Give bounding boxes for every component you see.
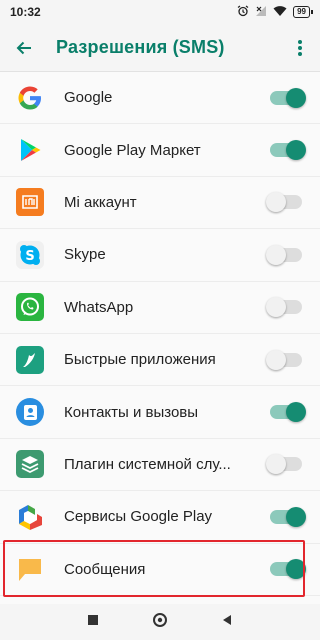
toggle-knob <box>286 87 306 108</box>
toggle-switch[interactable] <box>270 402 306 423</box>
circle-icon <box>152 612 167 627</box>
toggle-knob <box>286 402 306 423</box>
list-item[interactable]: Сервисы Google Play <box>0 491 320 544</box>
toggle-knob <box>286 140 306 161</box>
page-title: Разрешения (SMS) <box>56 37 225 57</box>
toggle-knob <box>286 506 306 527</box>
status-bar: 10:32 99 <box>0 0 320 24</box>
contacts-icon <box>14 396 46 428</box>
google-play-services-icon <box>14 501 46 533</box>
app-bar: Разрешения (SMS) <box>0 24 320 72</box>
toggle-switch[interactable] <box>270 559 306 580</box>
signal-cross-icon <box>255 5 267 20</box>
list-item[interactable]: Mi аккаунт <box>0 177 320 230</box>
arrow-back-icon <box>16 41 31 54</box>
toggle-knob <box>266 192 286 213</box>
skype-icon: S <box>14 239 46 271</box>
square-icon <box>87 615 98 625</box>
list-item[interactable]: Плагин системной слу... <box>0 439 320 492</box>
messages-icon <box>14 553 46 585</box>
google-icon <box>14 82 46 114</box>
whatsapp-icon <box>14 291 46 323</box>
navigation-bar <box>0 604 320 640</box>
quick-apps-icon <box>14 344 46 376</box>
overflow-menu-button[interactable] <box>280 24 320 72</box>
list-item-label: WhatsApp <box>64 298 134 316</box>
mi-account-icon <box>14 186 46 218</box>
list-item[interactable]: Google <box>0 72 320 125</box>
status-icons: 99 <box>237 5 313 20</box>
toggle-switch[interactable] <box>266 349 302 370</box>
triangle-back-icon <box>223 615 232 625</box>
toggle-knob <box>266 297 286 318</box>
battery-indicator: 99 <box>293 6 313 18</box>
google-play-icon <box>14 134 46 166</box>
back-nav-button[interactable] <box>221 613 233 631</box>
list-item[interactable]: Контакты и вызовы <box>0 386 320 439</box>
svg-text:S: S <box>25 249 34 264</box>
list-item-label: Контакты и вызовы <box>64 403 199 421</box>
toggle-knob <box>266 454 286 475</box>
home-button[interactable] <box>152 612 168 633</box>
list-item-label: Сообщения <box>64 560 146 578</box>
list-item-label: Skype <box>64 246 106 264</box>
list-item-label: Google <box>64 89 113 107</box>
toggle-switch[interactable] <box>266 454 302 475</box>
toggle-switch[interactable] <box>270 506 306 527</box>
list-item[interactable]: S Skype <box>0 229 320 282</box>
list-item[interactable]: Google Play Маркет <box>0 124 320 177</box>
toggle-knob <box>266 244 286 265</box>
wifi-icon <box>273 5 287 20</box>
list-item[interactable]: Быстрые приложения <box>0 334 320 387</box>
toggle-switch[interactable] <box>270 140 306 161</box>
list-item-label: Плагин системной слу... <box>64 455 231 473</box>
toggle-knob <box>286 559 306 580</box>
list-item-label: Быстрые приложения <box>64 351 216 369</box>
permission-list: Google Google Play Маркет Mi аккаунт S S… <box>0 72 320 596</box>
recents-button[interactable] <box>87 613 99 631</box>
toggle-knob <box>266 349 286 370</box>
toggle-switch[interactable] <box>266 244 302 265</box>
list-item-label: Mi аккаунт <box>64 193 137 211</box>
system-plugin-icon <box>14 448 46 480</box>
status-time: 10:32 <box>10 5 41 19</box>
list-item-label: Google Play Маркет <box>64 141 201 159</box>
list-item[interactable]: WhatsApp <box>0 282 320 334</box>
toggle-switch[interactable] <box>266 297 302 318</box>
back-button[interactable] <box>0 24 48 72</box>
more-vert-icon <box>298 39 302 56</box>
alarm-icon <box>237 5 249 20</box>
list-item[interactable]: Сообщения <box>0 544 320 596</box>
toggle-switch[interactable] <box>266 192 302 213</box>
list-item-label: Сервисы Google Play <box>64 508 213 526</box>
toggle-switch[interactable] <box>270 87 306 108</box>
